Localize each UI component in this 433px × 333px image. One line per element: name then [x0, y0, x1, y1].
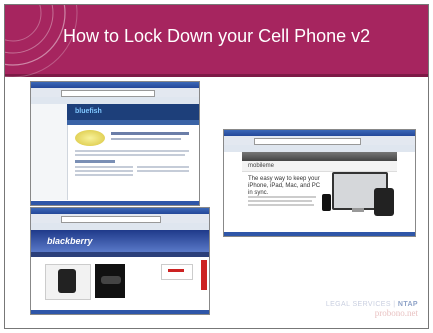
toolbar	[224, 145, 415, 152]
gps-image	[95, 264, 125, 298]
footer-org-left: LEGAL SERVICES |	[325, 301, 398, 308]
banner-logo	[75, 130, 105, 146]
site-nav	[31, 252, 209, 257]
taskbar	[224, 232, 415, 236]
taskbar	[31, 310, 209, 314]
apple-nav	[242, 152, 397, 161]
headline: The easy way to keep your iPhone, iPad, …	[248, 176, 321, 196]
toolbar	[31, 97, 199, 104]
slide-title: How to Lock Down your Cell Phone v2	[63, 26, 371, 46]
screenshot-mobileme: mobileme The easy way to keep your iPhon…	[223, 129, 416, 237]
footer-site: probono.net	[374, 308, 418, 318]
site-nav	[67, 120, 199, 125]
ipad-image	[374, 188, 394, 216]
site-header: bluefish	[67, 104, 199, 120]
screenshot-blackberry: blackberry	[30, 207, 210, 315]
site-logo: blackberry	[47, 236, 93, 246]
sidebar	[31, 104, 68, 200]
subnav: mobileme	[242, 161, 397, 172]
phone-panel	[45, 264, 91, 300]
footer-logo: LEGAL SERVICES | NTAP probono.net	[326, 301, 418, 318]
price-box	[161, 264, 193, 280]
screenshot-bluefish: bluefish	[30, 81, 200, 206]
site-header: blackberry	[31, 230, 209, 252]
toolbar	[31, 223, 209, 230]
taskbar	[31, 201, 199, 205]
site-logo: mobileme	[248, 163, 275, 169]
footer-org-right: NTAP	[397, 301, 418, 308]
site-logo: bluefish	[75, 108, 102, 115]
iphone-image	[322, 194, 331, 211]
side-tab	[201, 260, 207, 290]
slide: How to Lock Down your Cell Phone v2 blue…	[4, 4, 429, 329]
